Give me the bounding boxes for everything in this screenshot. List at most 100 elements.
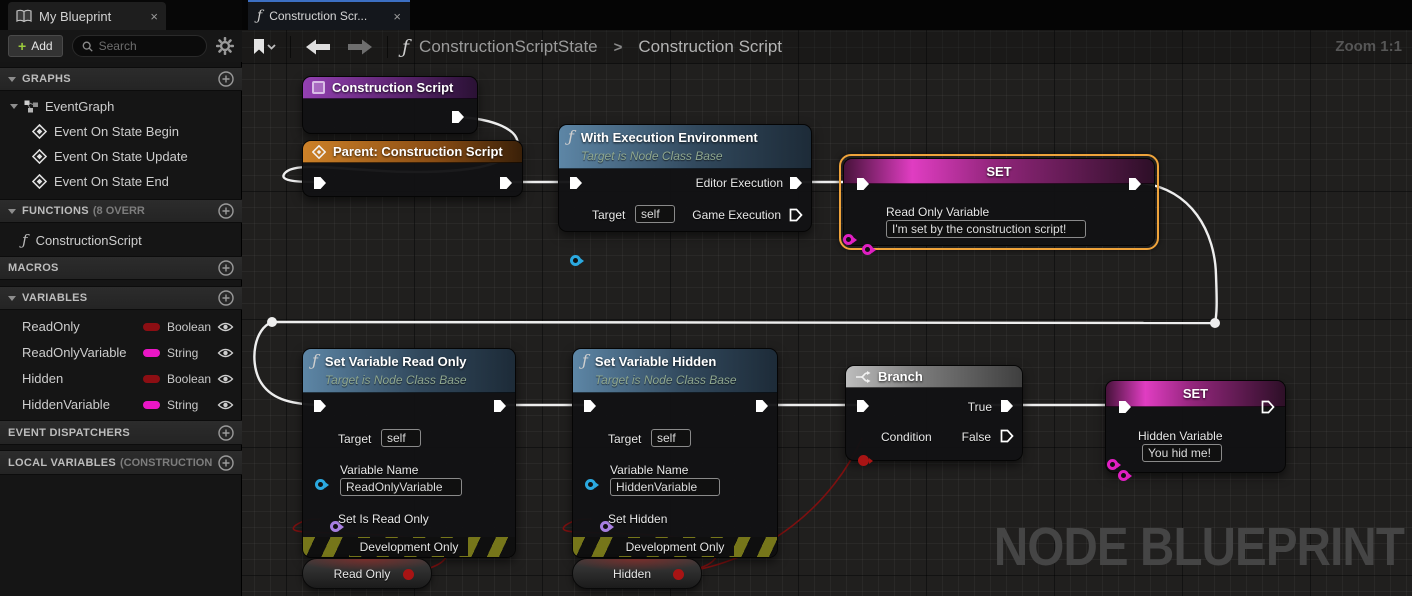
- section-macros[interactable]: MACROS: [0, 256, 242, 280]
- eye-icon[interactable]: [217, 347, 234, 359]
- bool-output-pin[interactable]: [403, 569, 414, 580]
- sidebar-toolbar: + Add: [0, 30, 242, 62]
- add-macro-icon[interactable]: [218, 260, 234, 276]
- reroute-node[interactable]: [1210, 318, 1220, 328]
- exec-input-pin[interactable]: [583, 399, 597, 413]
- string-output-pin[interactable]: [1107, 459, 1118, 470]
- target-input-pin[interactable]: [315, 479, 326, 490]
- exec-output-pin[interactable]: [755, 399, 769, 413]
- variable-name-field[interactable]: [610, 478, 720, 496]
- exec-output-pin-game[interactable]: [789, 208, 803, 222]
- exec-input-pin[interactable]: [313, 399, 327, 413]
- variable-row-hidden[interactable]: Hidden Boolean: [0, 366, 242, 391]
- node-set-hidden-variable[interactable]: SET Hidden Variable: [1105, 380, 1286, 473]
- variable-row-hiddenvariable[interactable]: HiddenVariable String: [0, 392, 242, 417]
- exec-input-pin[interactable]: [1118, 400, 1132, 414]
- collapse-arrow-icon[interactable]: [8, 209, 16, 214]
- gear-icon[interactable]: [216, 37, 234, 55]
- variable-row-readonlyvariable[interactable]: ReadOnlyVariable String: [0, 340, 242, 365]
- bool-output-pin[interactable]: [673, 569, 684, 580]
- add-function-icon[interactable]: [218, 203, 234, 219]
- exec-output-pin[interactable]: [1128, 177, 1142, 191]
- eye-icon[interactable]: [217, 399, 234, 411]
- eye-icon[interactable]: [217, 321, 234, 333]
- node-set-variable-read-only[interactable]: ƒ Set Variable Read Only Target is Node …: [302, 348, 516, 558]
- condition-input-pin[interactable]: [858, 455, 869, 466]
- construction-script-tab[interactable]: ƒ Construction Scr... ×: [248, 0, 410, 30]
- exec-output-pin[interactable]: [493, 399, 507, 413]
- node-parent-construction-script[interactable]: Parent: Construction Script: [302, 140, 523, 197]
- exec-input-pin[interactable]: [313, 176, 327, 190]
- exec-output-pin-editor[interactable]: [789, 176, 803, 190]
- collapse-arrow-icon[interactable]: [8, 296, 16, 301]
- zoom-level-label: Zoom 1:1: [1335, 38, 1402, 55]
- string-output-pin[interactable]: [843, 234, 854, 245]
- blueprint-graph-canvas[interactable]: ƒ ConstructionScriptState > Construction…: [242, 30, 1412, 596]
- section-local-variables[interactable]: LOCAL VARIABLES (CONSTRUCTIONS: [0, 450, 242, 475]
- function-icon: ƒ: [22, 233, 28, 248]
- forward-arrow-icon[interactable]: [347, 39, 373, 55]
- add-local-variable-icon[interactable]: [218, 455, 234, 471]
- plus-icon: +: [18, 39, 26, 53]
- node-get-read-only[interactable]: Read Only: [302, 558, 432, 589]
- collapse-arrow-icon[interactable]: [8, 77, 16, 82]
- development-only-banner: Development Only: [573, 537, 777, 557]
- section-graphs[interactable]: GRAPHS: [0, 67, 242, 91]
- add-button[interactable]: + Add: [8, 35, 63, 57]
- variable-type: String: [167, 398, 217, 412]
- target-value-field[interactable]: [635, 205, 675, 223]
- sidebar-item-constructionscript[interactable]: ƒ ConstructionScript: [0, 228, 242, 252]
- section-variables[interactable]: VARIABLES: [0, 286, 242, 310]
- add-graph-icon[interactable]: [218, 71, 234, 87]
- section-functions[interactable]: FUNCTIONS (8 OVERR: [0, 199, 242, 223]
- node-with-execution-environment[interactable]: ƒ With Execution Environment Target is N…: [558, 124, 812, 232]
- eye-icon[interactable]: [217, 373, 234, 385]
- collapse-arrow-icon[interactable]: [10, 104, 18, 109]
- node-header: ƒ Set Variable Hidden Target is Node Cla…: [573, 349, 777, 393]
- breadcrumb-root[interactable]: ConstructionScriptState: [419, 37, 598, 57]
- section-event-dispatchers[interactable]: EVENT DISPATCHERS: [0, 420, 242, 445]
- add-dispatcher-icon[interactable]: [218, 425, 234, 441]
- target-input-pin[interactable]: [570, 255, 581, 266]
- my-blueprint-tab[interactable]: My Blueprint ×: [8, 2, 166, 30]
- exec-input-pin[interactable]: [569, 176, 583, 190]
- bookmark-icon[interactable]: [252, 38, 276, 56]
- exec-output-pin-true[interactable]: [1000, 399, 1014, 413]
- target-input-pin[interactable]: [585, 479, 596, 490]
- node-branch[interactable]: Branch True Condition False: [845, 365, 1023, 461]
- string-value-field[interactable]: [886, 220, 1086, 238]
- node-set-variable-hidden[interactable]: ƒ Set Variable Hidden Target is Node Cla…: [572, 348, 778, 558]
- exec-input-pin[interactable]: [856, 399, 870, 413]
- node-construction-script[interactable]: Construction Script: [302, 76, 478, 134]
- search-box[interactable]: [72, 35, 207, 57]
- target-value-field[interactable]: [651, 429, 691, 447]
- exec-output-pin[interactable]: [451, 110, 465, 124]
- reroute-node[interactable]: [267, 317, 277, 327]
- graph-tab-close-icon[interactable]: ×: [393, 9, 401, 24]
- sidebar-tab-close-icon[interactable]: ×: [150, 9, 158, 24]
- node-set-read-only-variable[interactable]: SET Read Only Variable: [843, 158, 1155, 246]
- string-input-pin[interactable]: [862, 244, 873, 255]
- node-header: Branch: [846, 366, 1022, 388]
- variable-row-readonly[interactable]: ReadOnly Boolean: [0, 314, 242, 339]
- search-input[interactable]: [99, 39, 197, 53]
- chevron-right-icon: >: [614, 39, 623, 56]
- variable-name-field[interactable]: [340, 478, 462, 496]
- add-variable-icon[interactable]: [218, 290, 234, 306]
- exec-output-pin[interactable]: [499, 176, 513, 190]
- exec-output-pin-false[interactable]: [1000, 429, 1014, 443]
- string-input-pin[interactable]: [1118, 470, 1129, 481]
- sidebar-item-event-on-state-end[interactable]: Event On State End: [0, 170, 242, 193]
- sidebar-item-event-on-state-begin[interactable]: Event On State Begin: [0, 120, 242, 143]
- node-title: Set Variable Hidden: [595, 354, 716, 369]
- node-get-hidden[interactable]: Hidden: [572, 558, 702, 589]
- sidebar-item-event-on-state-update[interactable]: Event On State Update: [0, 145, 242, 168]
- string-value-field[interactable]: [1142, 444, 1222, 462]
- exec-input-pin[interactable]: [856, 177, 870, 191]
- sidebar-item-eventgraph[interactable]: EventGraph: [0, 95, 242, 118]
- true-pin-label: True: [968, 400, 992, 414]
- back-arrow-icon[interactable]: [305, 39, 331, 55]
- string-type-pill: [143, 401, 160, 409]
- exec-output-pin[interactable]: [1261, 400, 1275, 414]
- target-value-field[interactable]: [381, 429, 421, 447]
